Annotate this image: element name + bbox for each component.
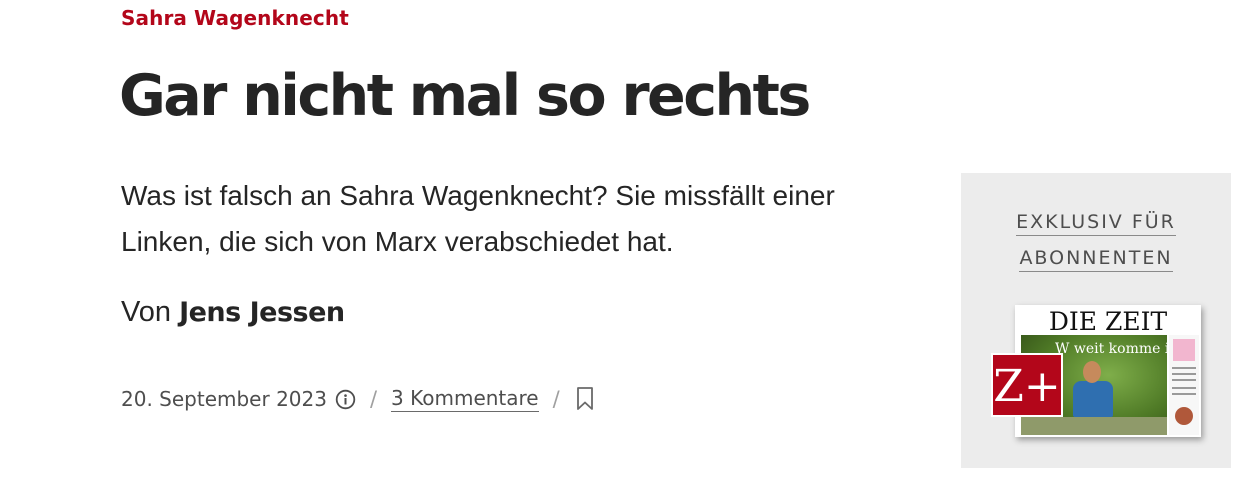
cover-sidebar [1169, 335, 1199, 435]
byline: Von Jens Jessen [121, 296, 345, 329]
article-summary: Was ist falsch an Sahra Wagenknecht? Sie… [121, 180, 835, 257]
promo-label-line2[interactable]: ABONNENTEN [961, 247, 1231, 272]
article-kicker[interactable]: Sahra Wagenknecht [121, 6, 349, 30]
article-headline: Gar nicht mal so rechts [119, 63, 811, 129]
publish-date: 20. September 2023 [121, 387, 327, 411]
author-link[interactable]: Jens Jessen [179, 297, 345, 328]
byline-prefix: Von [121, 296, 171, 328]
info-circle-icon[interactable] [335, 389, 356, 410]
meta-separator: / [552, 387, 560, 411]
zplus-badge: Z+ [991, 353, 1063, 417]
promo-label-line1[interactable]: EXKLUSIV FÜR [961, 211, 1231, 236]
cover-title: DIE ZEIT [1048, 307, 1168, 336]
comments-link[interactable]: 3 Kommentare [391, 386, 539, 412]
meta-separator: / [369, 387, 378, 411]
bookmark-icon[interactable] [576, 386, 594, 412]
article-meta: 20. September 2023 / 3 Kommentare / [121, 383, 594, 415]
cover-headline: W weit komme ich? [1055, 341, 1194, 357]
subscriber-promo[interactable]: EXKLUSIV FÜR ABONNENTEN DIE ZEIT W weit … [961, 173, 1231, 468]
